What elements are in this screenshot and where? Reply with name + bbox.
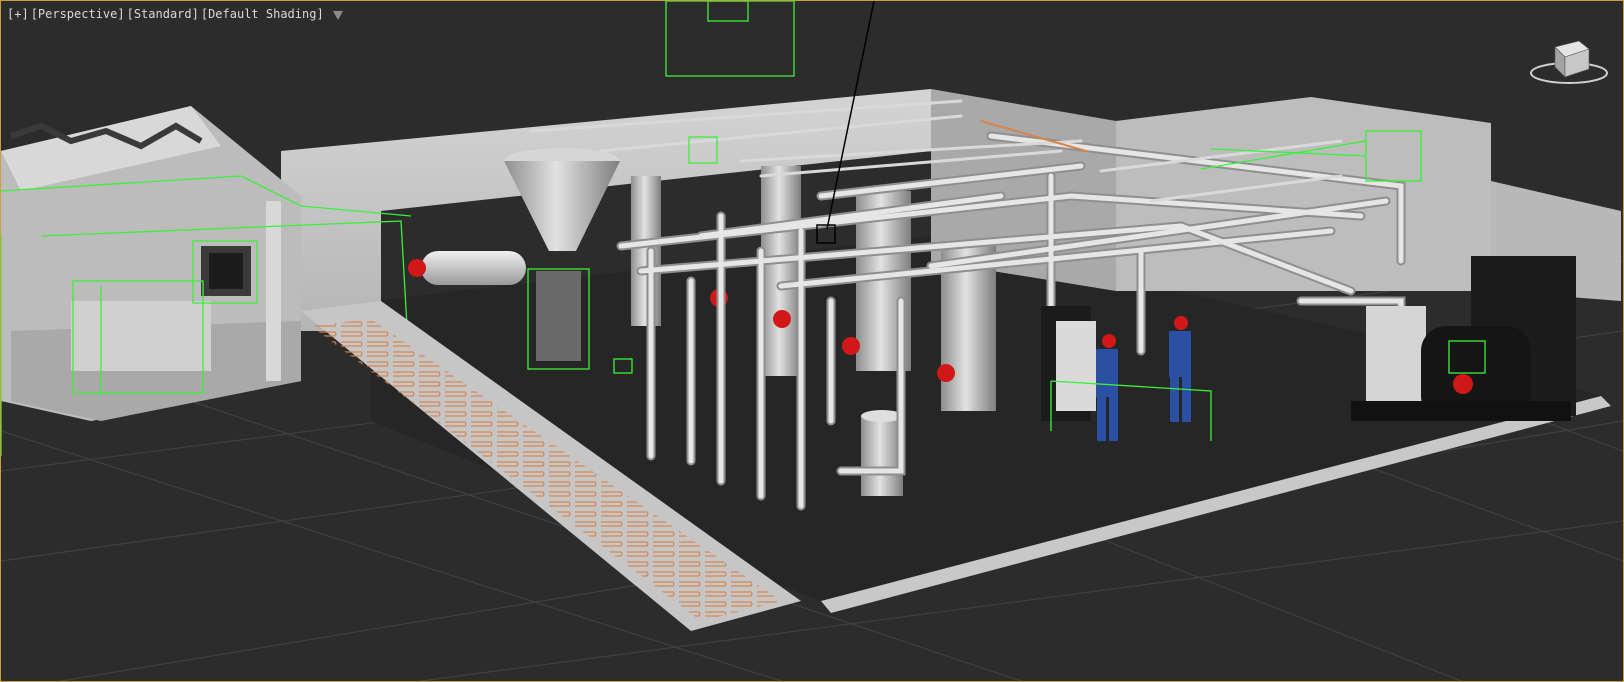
- back-wall-far-right: [1116, 97, 1491, 291]
- viewport-plus-menu[interactable]: [+]: [6, 7, 30, 21]
- viewport-view-menu[interactable]: [Perspective]: [30, 7, 126, 21]
- filter-icon[interactable]: [332, 10, 343, 20]
- perspective-viewport[interactable]: [+] [Perspective] [Standard] [Default Sh…: [0, 0, 1624, 682]
- viewport-label-menu: [+] [Perspective] [Standard] [Default Sh…: [6, 6, 343, 22]
- horizontal-tank: [408, 251, 526, 285]
- viewport-shading-menu[interactable]: [Default Shading]: [200, 7, 325, 21]
- scene-render[interactable]: [1, 1, 1623, 681]
- viewport-standard-menu[interactable]: [Standard]: [126, 7, 200, 21]
- viewcube-icon[interactable]: [1527, 35, 1609, 87]
